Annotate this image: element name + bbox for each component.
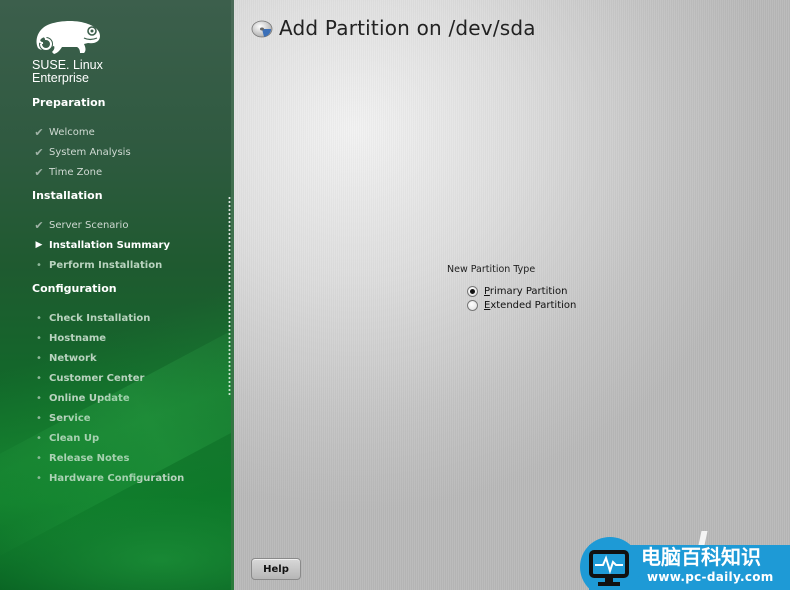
radio-primary-partition[interactable]: Primary Partition — [467, 286, 568, 297]
bullet-icon: • — [36, 372, 42, 384]
step-release-notes: • Release Notes — [30, 451, 129, 465]
checkmark-icon: ✔ — [34, 145, 44, 159]
bullet-icon: • — [36, 472, 42, 484]
step-label: Clean Up — [49, 432, 100, 444]
bullet-icon: • — [36, 452, 42, 464]
play-arrow-icon: ▶ — [35, 240, 43, 250]
step-label: Installation Summary — [49, 239, 170, 251]
step-label: Welcome — [49, 126, 95, 138]
step-installation-summary: ▶ Installation Summary — [30, 238, 170, 252]
disk-partition-icon — [251, 20, 273, 38]
chameleon-logo-icon — [36, 21, 100, 54]
watermark: 电脑百科知识 www.pc-daily.com — [575, 535, 790, 590]
brand-line-2: Enterprise — [32, 71, 89, 85]
bullet-icon: • — [36, 312, 42, 324]
step-label: Time Zone — [49, 166, 103, 178]
partition-type-label: New Partition Type — [447, 264, 536, 275]
page-header: Add Partition on /dev/sda — [251, 16, 536, 40]
radio-label: Extended Partition — [484, 300, 576, 311]
step-label: Online Update — [49, 392, 130, 404]
watermark-chinese-text: 电脑百科知识 — [641, 545, 761, 569]
step-online-update: • Online Update — [30, 391, 130, 405]
main-panel: Add Partition on /dev/sda New Partition … — [234, 0, 790, 590]
section-heading-installation: Installation — [32, 189, 103, 202]
monitor-pulse-icon — [589, 550, 629, 586]
checkmark-icon: ✔ — [34, 165, 44, 179]
checkmark-icon: ✔ — [34, 218, 44, 232]
page-title: Add Partition on /dev/sda — [279, 16, 536, 40]
step-welcome: ✔ Welcome — [30, 125, 95, 139]
section-heading-configuration: Configuration — [32, 282, 117, 295]
step-customer-center: • Customer Center — [30, 371, 144, 385]
step-label: Release Notes — [49, 452, 130, 464]
step-label: Perform Installation — [49, 259, 163, 271]
step-hardware-configuration: • Hardware Configuration — [30, 471, 184, 485]
step-label: Hardware Configuration — [49, 472, 185, 484]
label-rest: rimary Partition — [489, 286, 568, 297]
step-label: Customer Center — [49, 372, 145, 384]
bullet-icon: • — [36, 432, 42, 444]
step-service: • Service — [30, 411, 91, 425]
step-hostname: • Hostname — [30, 331, 106, 345]
radio-extended-partition[interactable]: Extended Partition — [467, 300, 576, 311]
bullet-icon: • — [36, 352, 42, 364]
step-time-zone: ✔ Time Zone — [30, 165, 102, 179]
section-heading-preparation: Preparation — [32, 96, 106, 109]
step-label: Check Installation — [49, 312, 151, 324]
step-label: Server Scenario — [49, 219, 129, 231]
step-server-scenario: ✔ Server Scenario — [30, 218, 128, 232]
step-clean-up: • Clean Up — [30, 431, 99, 445]
bullet-icon: • — [36, 392, 42, 404]
step-label: Network — [49, 352, 97, 364]
radio-label: Primary Partition — [484, 286, 568, 297]
step-label: Service — [49, 412, 91, 424]
brand-name: SUSE. Linux Enterprise — [32, 59, 103, 85]
step-network: • Network — [30, 351, 97, 365]
help-button[interactable]: Help — [251, 558, 301, 580]
bullet-icon: • — [36, 332, 42, 344]
step-system-analysis: ✔ System Analysis — [30, 145, 131, 159]
watermark-url: www.pc-daily.com — [647, 570, 774, 584]
step-check-installation: • Check Installation — [30, 311, 150, 325]
label-rest: xtended Partition — [490, 300, 577, 311]
sidebar: SUSE. Linux Enterprise Preparation ✔ Welc… — [0, 0, 233, 590]
step-label: System Analysis — [49, 146, 131, 158]
radio-button-unchecked[interactable] — [467, 300, 478, 311]
bullet-icon: • — [36, 259, 42, 271]
radio-button-checked[interactable] — [467, 286, 478, 297]
checkmark-icon: ✔ — [34, 125, 44, 139]
step-label: Hostname — [49, 332, 107, 344]
step-perform-installation: • Perform Installation — [30, 258, 162, 272]
bullet-icon: • — [36, 412, 42, 424]
